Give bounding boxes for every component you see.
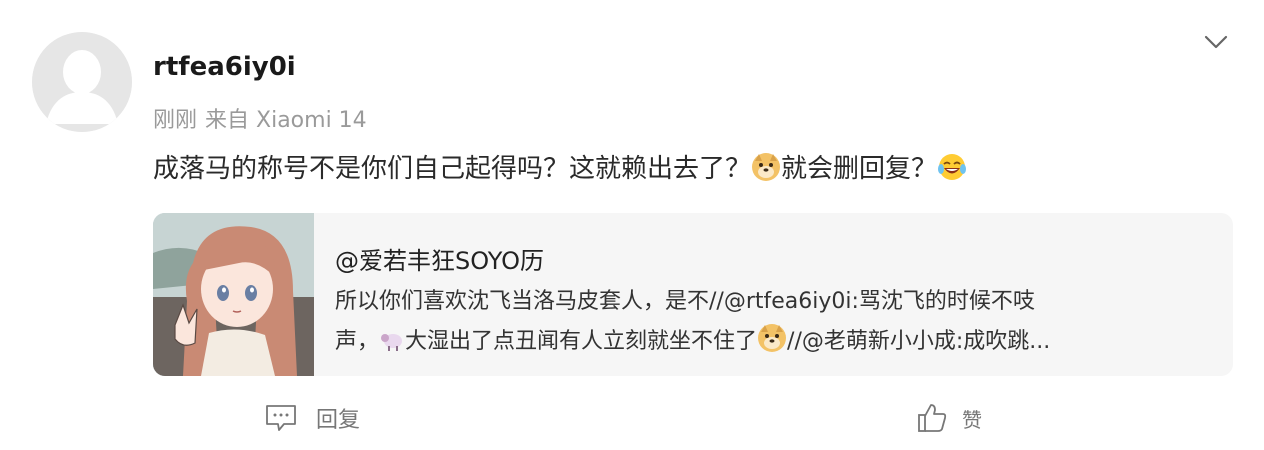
- quote-text-line-2-part3: //@老萌新小小成:成吹跳...: [787, 329, 1051, 354]
- comment-meta: 刚刚 来自 Xiaomi 14: [153, 102, 367, 134]
- comment-text-part2: 就会删回复？: [781, 154, 938, 184]
- sheep-emoji-icon: [381, 334, 403, 351]
- comment-time: 刚刚: [153, 108, 198, 133]
- quote-text-line-2-part2: 大湿出了点丑闻有人立刻就坐不住了: [405, 329, 758, 354]
- reply-label: 回复: [316, 408, 361, 433]
- reply-button[interactable]: 回复: [264, 400, 360, 436]
- doge-emoji-icon: [758, 324, 787, 352]
- chevron-down-icon[interactable]: [1200, 30, 1232, 54]
- comment-text: 成落马的称号不是你们自己起得吗？这就赖出去了？ 就会删回复？: [153, 150, 967, 188]
- doge-emoji-icon: [752, 153, 781, 181]
- anime-girl-thumbnail-icon: [153, 213, 314, 376]
- default-user-avatar-icon: [32, 32, 132, 132]
- comment-icon: [266, 405, 296, 431]
- quote-text-line-2-part1: 声，: [335, 329, 380, 354]
- comment-text-part1: 成落马的称号不是你们自己起得吗？这就赖出去了？: [153, 154, 752, 184]
- laugh-cry-emoji-icon: [938, 154, 967, 180]
- quote-text-line-1: 所以你们喜欢沈飞当洛马皮套人，是不//@rtfea6iy0i:骂沈飞的时候不吱: [335, 289, 1035, 314]
- quote-author[interactable]: @爱若丰狂SOYO历: [335, 241, 544, 276]
- quote-thumbnail: [153, 213, 314, 376]
- username[interactable]: rtfea6iy0i: [153, 52, 296, 82]
- avatar[interactable]: [32, 32, 132, 132]
- comment-source: 来自 Xiaomi 14: [205, 108, 367, 133]
- like-label: 赞: [962, 407, 982, 432]
- like-button[interactable]: 赞: [916, 400, 982, 436]
- quote-text-line-2: 声， 大湿出了点丑闻有人立刻就坐不住了 //@老萌新小小成:成吹跳...: [335, 323, 1050, 357]
- thumbs-up-icon: [918, 404, 947, 432]
- quoted-post-card[interactable]: @爱若丰狂SOYO历 所以你们喜欢沈飞当洛马皮套人，是不//@rtfea6iy0…: [153, 213, 1233, 376]
